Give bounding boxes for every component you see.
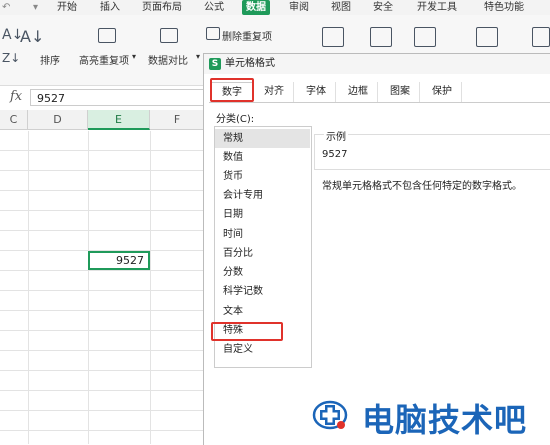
dialog-title: 单元格格式 <box>225 58 275 69</box>
column-header-c[interactable]: C <box>0 110 28 130</box>
insert-row-icon[interactable] <box>476 27 498 47</box>
category-item[interactable]: 分数 <box>215 263 310 282</box>
tab-alignment[interactable]: 对齐 <box>255 82 294 102</box>
category-item[interactable]: 会计专用 <box>215 186 310 205</box>
menu-page-layout[interactable]: 页面布局 <box>142 0 182 15</box>
app-logo-icon: S <box>209 58 221 70</box>
function-icon[interactable]: fx <box>10 89 22 104</box>
format-description: 常规单元格格式不包含任何特定的数字格式。 <box>322 181 522 192</box>
compare-dropdown-icon[interactable]: ▾ <box>196 52 200 61</box>
sort-desc-icon[interactable]: Z↓ <box>2 51 20 65</box>
grid-line <box>150 131 151 444</box>
menu-review[interactable]: 审阅 <box>289 0 309 15</box>
formula-bar: fx 9527 <box>0 86 210 111</box>
format-cells-dialog: S 单元格格式 数字 对齐 字体 边框 图案 保护 分类(C): 常规 数值 货… <box>203 53 550 445</box>
special-category-highlight <box>211 322 283 341</box>
split-column-icon[interactable] <box>322 27 344 47</box>
tab-pattern[interactable]: 图案 <box>381 82 420 102</box>
sheet-grid[interactable] <box>0 131 205 444</box>
menu-security[interactable]: 安全 <box>373 0 393 15</box>
category-label: 分类(C): <box>216 114 255 125</box>
delete-duplicates-button[interactable]: 删除重复项 <box>222 28 272 43</box>
active-cell[interactable]: 9527 <box>88 251 150 270</box>
sort-button[interactable]: 排序 <box>40 52 60 67</box>
highlight-dropdown-icon[interactable]: ▾ <box>132 52 136 61</box>
table-icon[interactable] <box>370 27 392 47</box>
highlight-duplicates-icon[interactable] <box>98 28 116 43</box>
menu-view[interactable]: 视图 <box>331 0 351 15</box>
undo-arrow-icon[interactable]: ↶ <box>2 0 10 15</box>
category-item[interactable]: 科学记数 <box>215 282 310 301</box>
menu-start[interactable]: 开始 <box>57 0 77 15</box>
category-item[interactable]: 自定义 <box>215 340 310 359</box>
sample-label: 示例 <box>324 128 348 143</box>
category-item[interactable]: 时间 <box>215 225 310 244</box>
category-item[interactable]: 货币 <box>215 167 310 186</box>
tab-divider <box>209 102 550 103</box>
column-header-f[interactable]: F <box>150 110 205 130</box>
dropdown-caret-icon[interactable]: ▾ <box>33 0 38 15</box>
sort-az-icon[interactable]: A↓ <box>20 27 44 46</box>
grid-line <box>88 131 89 444</box>
tab-protection[interactable]: 保护 <box>423 82 462 102</box>
delete-duplicates-icon[interactable] <box>206 27 220 40</box>
menu-bar: ↶ ▾ 开始 插入 页面布局 公式 数据 审阅 视图 安全 开发工具 特色功能 <box>0 0 550 15</box>
dialog-titlebar: S 单元格格式 <box>204 54 550 74</box>
compare-icon[interactable] <box>160 28 178 43</box>
site-watermark: 电脑技术吧 <box>306 393 550 439</box>
watermark-text: 电脑技术吧 <box>362 401 528 439</box>
tab-border[interactable]: 边框 <box>339 82 378 102</box>
tab-font[interactable]: 字体 <box>297 82 336 102</box>
category-item[interactable]: 常规 <box>215 129 310 148</box>
menu-insert[interactable]: 插入 <box>100 0 120 15</box>
column-header-e[interactable]: E <box>88 110 150 130</box>
category-item[interactable]: 数值 <box>215 148 310 167</box>
menu-data[interactable]: 数据 <box>242 0 270 15</box>
data-compare-button[interactable]: 数据对比 <box>148 52 188 67</box>
grid-line <box>28 131 29 444</box>
category-item[interactable]: 文本 <box>215 302 310 321</box>
list-icon[interactable] <box>414 27 436 47</box>
menu-features[interactable]: 特色功能 <box>484 0 524 15</box>
category-item[interactable]: 日期 <box>215 205 310 224</box>
category-item[interactable]: 百分比 <box>215 244 310 263</box>
grid-icon[interactable] <box>532 27 550 47</box>
highlight-duplicates-button[interactable]: 高亮重复项 <box>79 52 129 67</box>
column-header-d[interactable]: D <box>28 110 88 130</box>
sample-value: 9527 <box>322 149 348 160</box>
menu-developer[interactable]: 开发工具 <box>417 0 457 15</box>
formula-input[interactable]: 9527 <box>30 89 208 106</box>
menu-formula[interactable]: 公式 <box>204 0 224 15</box>
sample-box <box>314 134 550 170</box>
number-tab-highlight <box>210 78 254 102</box>
watermark-logo-icon <box>312 400 348 430</box>
